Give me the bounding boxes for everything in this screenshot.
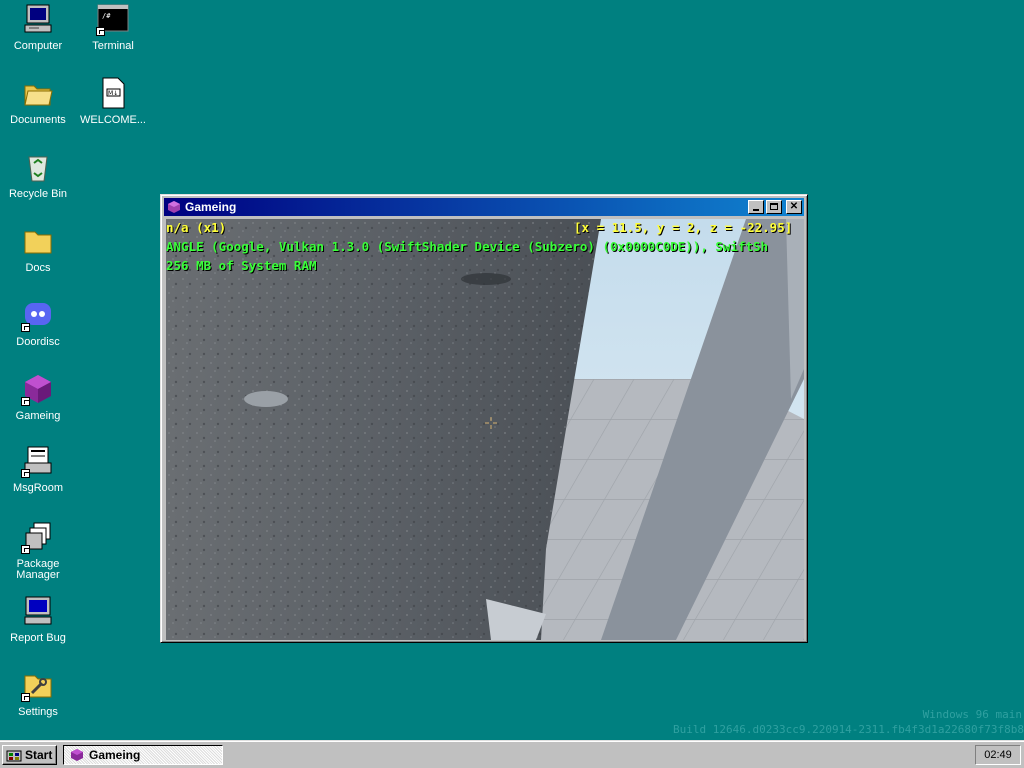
purple-cube-icon <box>167 200 181 214</box>
window-title: Gameing <box>185 200 237 214</box>
desktop-icon-package-manager[interactable]: Package Manager <box>1 521 75 581</box>
game-viewport[interactable]: n/a (x1) [x = 11.5, y = 2, z = -22.95] A… <box>166 219 804 640</box>
maximize-icon <box>770 203 778 210</box>
desktop-icon-label: WELCOME... <box>79 114 146 126</box>
hud-memory-info: 256 MB of System RAM <box>166 258 317 273</box>
desktop-icon-label: Report Bug <box>10 632 66 644</box>
desktop-icon-terminal[interactable]: /# Terminal <box>76 3 150 52</box>
build-watermark-line2: Build 12646.d0233cc9.220914-2311.fb4f3d1… <box>673 723 1024 736</box>
msgroom-icon <box>21 445 54 478</box>
start-icon <box>6 748 22 762</box>
settings-icon <box>21 669 54 702</box>
close-button[interactable]: ✕ <box>786 200 802 214</box>
desktop-icon-documents[interactable]: Documents <box>1 77 75 126</box>
maximize-button[interactable] <box>766 200 782 214</box>
doordisc-icon <box>21 299 54 332</box>
desktop-icon-label: MsgRoom <box>12 482 64 494</box>
hud-status-text: n/a (x1) <box>166 220 227 235</box>
desktop-icon-welcome[interactable]: M↓ WELCOME... <box>76 77 150 126</box>
build-watermark-line1: Windows 96 main <box>922 708 1022 721</box>
taskbar-item-label: Gameing <box>89 748 141 762</box>
purple-cube-icon <box>21 373 54 406</box>
markdown-file-icon: M↓ <box>97 77 129 109</box>
desktop-icon-label: Computer <box>13 40 63 52</box>
folder-icon <box>22 225 54 257</box>
desktop-icon-docs[interactable]: Docs <box>1 225 75 274</box>
desktop-icon-label: Package Manager <box>16 558 60 581</box>
hud-renderer-info: ANGLE (Google, Vulkan 1.3.0 (SwiftShader… <box>166 239 769 254</box>
start-button[interactable]: Start <box>2 745 57 765</box>
desktop-icon-msgroom[interactable]: MsgRoom <box>1 445 75 494</box>
taskbar: Start Gameing 02:49 <box>0 740 1024 768</box>
terminal-icon: /# <box>96 3 129 36</box>
game-scene <box>166 219 804 640</box>
desktop-icon-label: Gameing <box>15 410 61 422</box>
desktop-icon-computer[interactable]: Computer <box>1 3 75 52</box>
desktop-icon-report-bug[interactable]: Report Bug <box>1 595 75 644</box>
desktop-icon-settings[interactable]: Settings <box>1 669 75 718</box>
svg-text:M↓: M↓ <box>108 90 118 97</box>
start-label: Start <box>25 748 53 762</box>
system-tray-clock[interactable]: 02:49 <box>975 745 1021 765</box>
open-folder-icon <box>22 77 54 109</box>
desktop-icon-label: Recycle Bin <box>8 188 68 200</box>
gameing-window: Gameing ✕ n/a (x1) [x = 11.5, y = 2, z =… <box>160 194 808 643</box>
desktop-icon-label: Terminal <box>92 40 134 52</box>
desktop-icon-label: Docs <box>25 262 51 274</box>
desktop-icon-recycle-bin[interactable]: Recycle Bin <box>1 151 75 200</box>
desktop-icon-doordisc[interactable]: Doordisc <box>1 299 75 348</box>
hud-coordinates: [x = 11.5, y = 2, z = -22.95] <box>574 220 793 235</box>
desktop-icon-label: Documents <box>10 114 66 126</box>
package-manager-icon <box>21 521 54 554</box>
desktop-icon-label: Doordisc <box>16 336 60 348</box>
taskbar-item-gameing[interactable]: Gameing <box>63 745 223 765</box>
minimize-button[interactable] <box>748 200 764 214</box>
computer-icon <box>22 3 54 35</box>
close-icon: ✕ <box>789 201 799 212</box>
svg-text:/#: /# <box>102 12 111 20</box>
report-bug-icon <box>22 595 54 627</box>
purple-cube-icon <box>70 748 84 762</box>
recycle-bin-icon <box>22 151 54 183</box>
desktop-icon-gameing[interactable]: Gameing <box>1 373 75 422</box>
window-titlebar[interactable]: Gameing ✕ <box>164 198 804 216</box>
desktop-icon-label: Settings <box>18 706 58 718</box>
minimize-icon <box>753 209 759 211</box>
